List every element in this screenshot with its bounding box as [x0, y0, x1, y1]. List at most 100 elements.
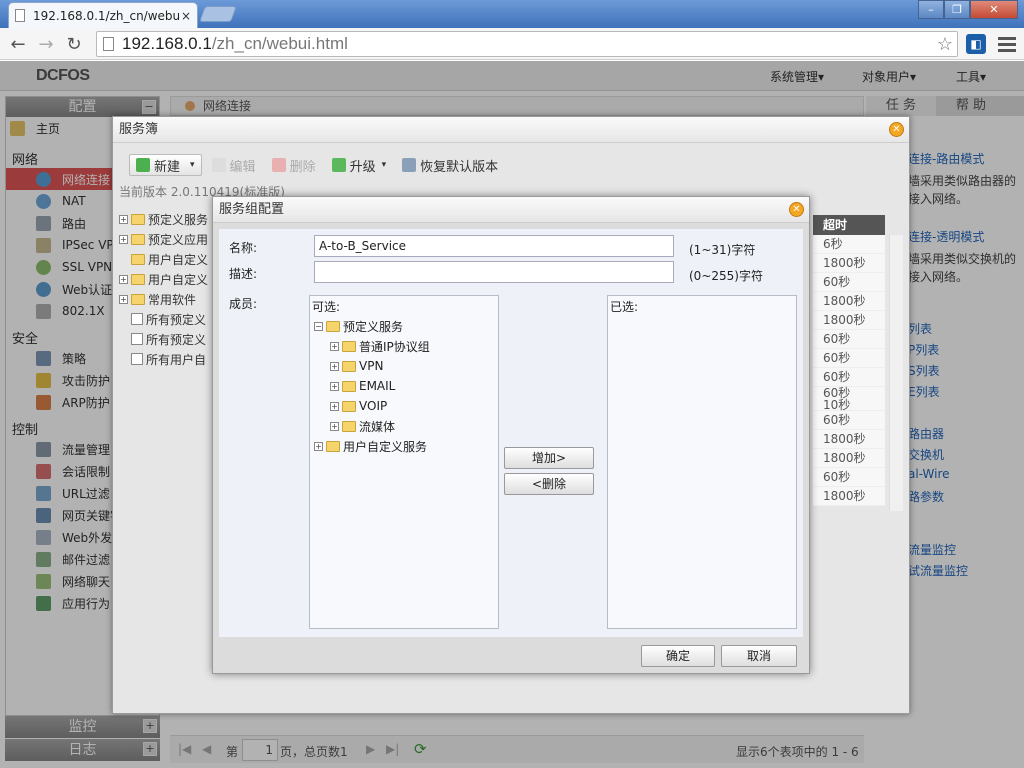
tree-node[interactable]: + VPN	[330, 356, 383, 376]
tree-node[interactable]: 所有预定义	[119, 329, 213, 349]
close-icon[interactable]: ✕	[889, 122, 904, 137]
add-button[interactable]: 增加>	[504, 447, 594, 469]
folder-icon	[131, 233, 145, 245]
tree-node[interactable]: + EMAIL	[330, 376, 395, 396]
remove-button[interactable]: <删除	[504, 473, 594, 495]
folder-icon	[342, 420, 356, 432]
list-icon	[131, 353, 143, 365]
collapse-icon[interactable]: −	[314, 321, 323, 331]
tree-node[interactable]: + 用户自定义服务	[314, 436, 427, 456]
list-icon	[131, 333, 143, 345]
table-cell: 1800秒	[813, 311, 885, 330]
table-cell: 60秒	[813, 330, 885, 349]
restore-default-button[interactable]: 恢复默认版本	[396, 154, 504, 176]
folder-icon	[131, 253, 145, 265]
selected-list[interactable]: 已选:	[607, 295, 797, 629]
table-cell: 1800秒	[813, 487, 885, 506]
tree-node[interactable]: 用户自定义	[119, 249, 213, 269]
folder-icon	[131, 213, 145, 225]
member-label: 成员:	[229, 297, 258, 311]
minimize-button[interactable]: –	[918, 0, 944, 19]
upgrade-button[interactable]: 升级 ▾	[326, 154, 393, 176]
tree-label: 预定义服务	[148, 212, 209, 227]
expand-icon[interactable]: +	[119, 234, 128, 244]
name-field[interactable]: A-to-B_Service	[314, 235, 674, 257]
tree-node[interactable]: + VOIP	[330, 396, 387, 416]
tree-node[interactable]: + 常用软件	[119, 289, 213, 309]
new-tab-button[interactable]	[199, 6, 237, 22]
expand-icon[interactable]: +	[330, 401, 339, 411]
column-header-timeout[interactable]: 超时	[813, 215, 885, 235]
delete-button[interactable]: 删除	[266, 154, 322, 176]
expand-icon[interactable]: +	[314, 441, 323, 451]
close-window-button[interactable]: ✕	[970, 0, 1018, 19]
folder-icon	[326, 440, 340, 452]
description-field[interactable]	[314, 261, 674, 283]
table-cell: 60秒	[813, 411, 885, 430]
name-label: 名称:	[229, 241, 258, 255]
tree-node[interactable]: + 流媒体	[330, 416, 395, 436]
expand-icon[interactable]: +	[330, 381, 339, 391]
tree-node[interactable]: + 预定义服务	[119, 209, 213, 229]
maximize-button[interactable]: ❐	[944, 0, 970, 19]
browser-menu-icon[interactable]	[998, 34, 1016, 54]
browser-tab[interactable]: 192.168.0.1/zh_cn/webu ×	[8, 2, 198, 28]
table-cell: 60秒	[813, 349, 885, 368]
dialog-toolbar: 新建 ▾ 编辑 删除 升级 ▾ 恢复默认版本	[129, 153, 504, 177]
edit-label: 编辑	[229, 159, 256, 175]
tree-node[interactable]: + 普通IP协议组	[330, 336, 430, 356]
trash-icon	[271, 158, 286, 172]
tree-label: 用户自定义	[148, 252, 209, 267]
list-icon	[131, 313, 143, 325]
table-cell: 10秒	[813, 399, 885, 411]
add-icon	[136, 158, 150, 172]
table-cell: 6秒	[813, 235, 885, 254]
expand-icon[interactable]: +	[119, 274, 128, 284]
ok-button[interactable]: 确定	[641, 645, 715, 667]
tab-title: 192.168.0.1/zh_cn/webu	[33, 8, 181, 23]
table-cell: 60秒	[813, 468, 885, 487]
tree-label: 预定义应用	[148, 232, 209, 247]
reload-icon[interactable]: ↻	[62, 32, 86, 56]
available-list[interactable]: 可选: − 预定义服务 + 普通IP协议组 + VPN + EMAIL + VOIP + 流…	[309, 295, 499, 629]
vertical-scrollbar[interactable]	[889, 235, 903, 511]
restore-label: 恢复默认版本	[420, 159, 499, 175]
tree-label: 流媒体	[359, 419, 396, 434]
table-cell: 1800秒	[813, 449, 885, 468]
service-group-dialog: 服务组配置 ✕ 名称: A-to-B_Service (1~31)字符 描述: (…	[212, 196, 810, 674]
expand-icon[interactable]: +	[119, 214, 128, 224]
tree-label: VPN	[359, 359, 384, 373]
chevron-down-icon: ▾	[381, 160, 387, 170]
cancel-button[interactable]: 取消	[721, 645, 797, 667]
tree-label: 预定义服务	[343, 319, 404, 334]
extension-icon[interactable]: ◧	[966, 34, 986, 54]
edit-button[interactable]: 编辑	[206, 154, 262, 176]
tree-node[interactable]: − 预定义服务	[314, 316, 403, 336]
folder-icon	[342, 340, 356, 352]
expand-icon[interactable]: +	[330, 361, 339, 371]
folder-icon	[131, 273, 145, 285]
dialog-body: 名称: A-to-B_Service (1~31)字符 描述: (0~255)字…	[219, 229, 803, 637]
back-icon[interactable]: ←	[6, 32, 30, 56]
tree-node[interactable]: + 预定义应用	[119, 229, 213, 249]
tree-label: 普通IP协议组	[359, 339, 430, 354]
expand-icon[interactable]: +	[119, 294, 128, 304]
address-bar[interactable]: 192.168.0.1/zh_cn/webui.html ☆	[96, 31, 958, 57]
table-cell: 60秒	[813, 273, 885, 292]
arrow-up-icon	[331, 158, 346, 172]
folder-icon	[342, 400, 356, 412]
expand-icon[interactable]: +	[330, 421, 339, 431]
new-button[interactable]: 新建 ▾	[129, 154, 202, 176]
folder-icon	[131, 293, 145, 305]
close-icon[interactable]: ✕	[789, 202, 804, 217]
bookmark-star-icon[interactable]: ☆	[937, 34, 953, 55]
tree-node[interactable]: 所有用户自	[119, 349, 213, 369]
folder-open-icon	[326, 320, 340, 332]
tree-label: 用户自定义服务	[343, 439, 428, 454]
dialog-title: 服务簿	[119, 122, 159, 137]
tree-node[interactable]: 所有预定义	[119, 309, 213, 329]
tab-close-icon[interactable]: ×	[181, 9, 191, 23]
forward-icon[interactable]: →	[34, 32, 58, 56]
expand-icon[interactable]: +	[330, 341, 339, 351]
tree-node[interactable]: + 用户自定义	[119, 269, 213, 289]
